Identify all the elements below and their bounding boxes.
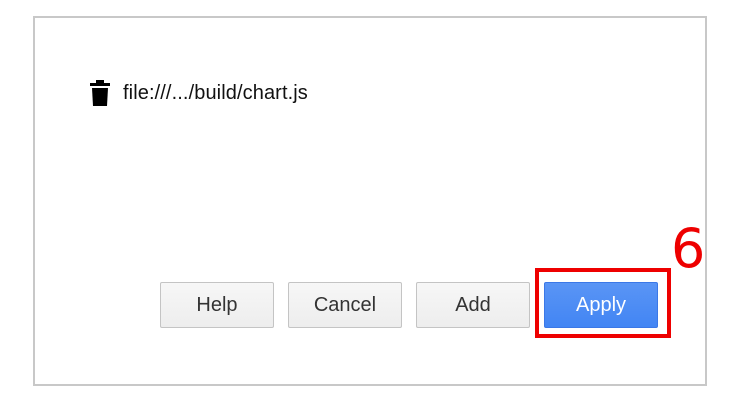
file-path: file:///.../build/chart.js xyxy=(123,81,308,104)
annotation-number: 6 xyxy=(671,217,706,280)
trash-icon[interactable] xyxy=(90,80,110,106)
help-button[interactable]: Help xyxy=(160,282,274,328)
file-row: file:///.../build/chart.js xyxy=(90,78,308,108)
cancel-button[interactable]: Cancel xyxy=(288,282,402,328)
highlight-box xyxy=(535,268,671,338)
add-button[interactable]: Add xyxy=(416,282,530,328)
